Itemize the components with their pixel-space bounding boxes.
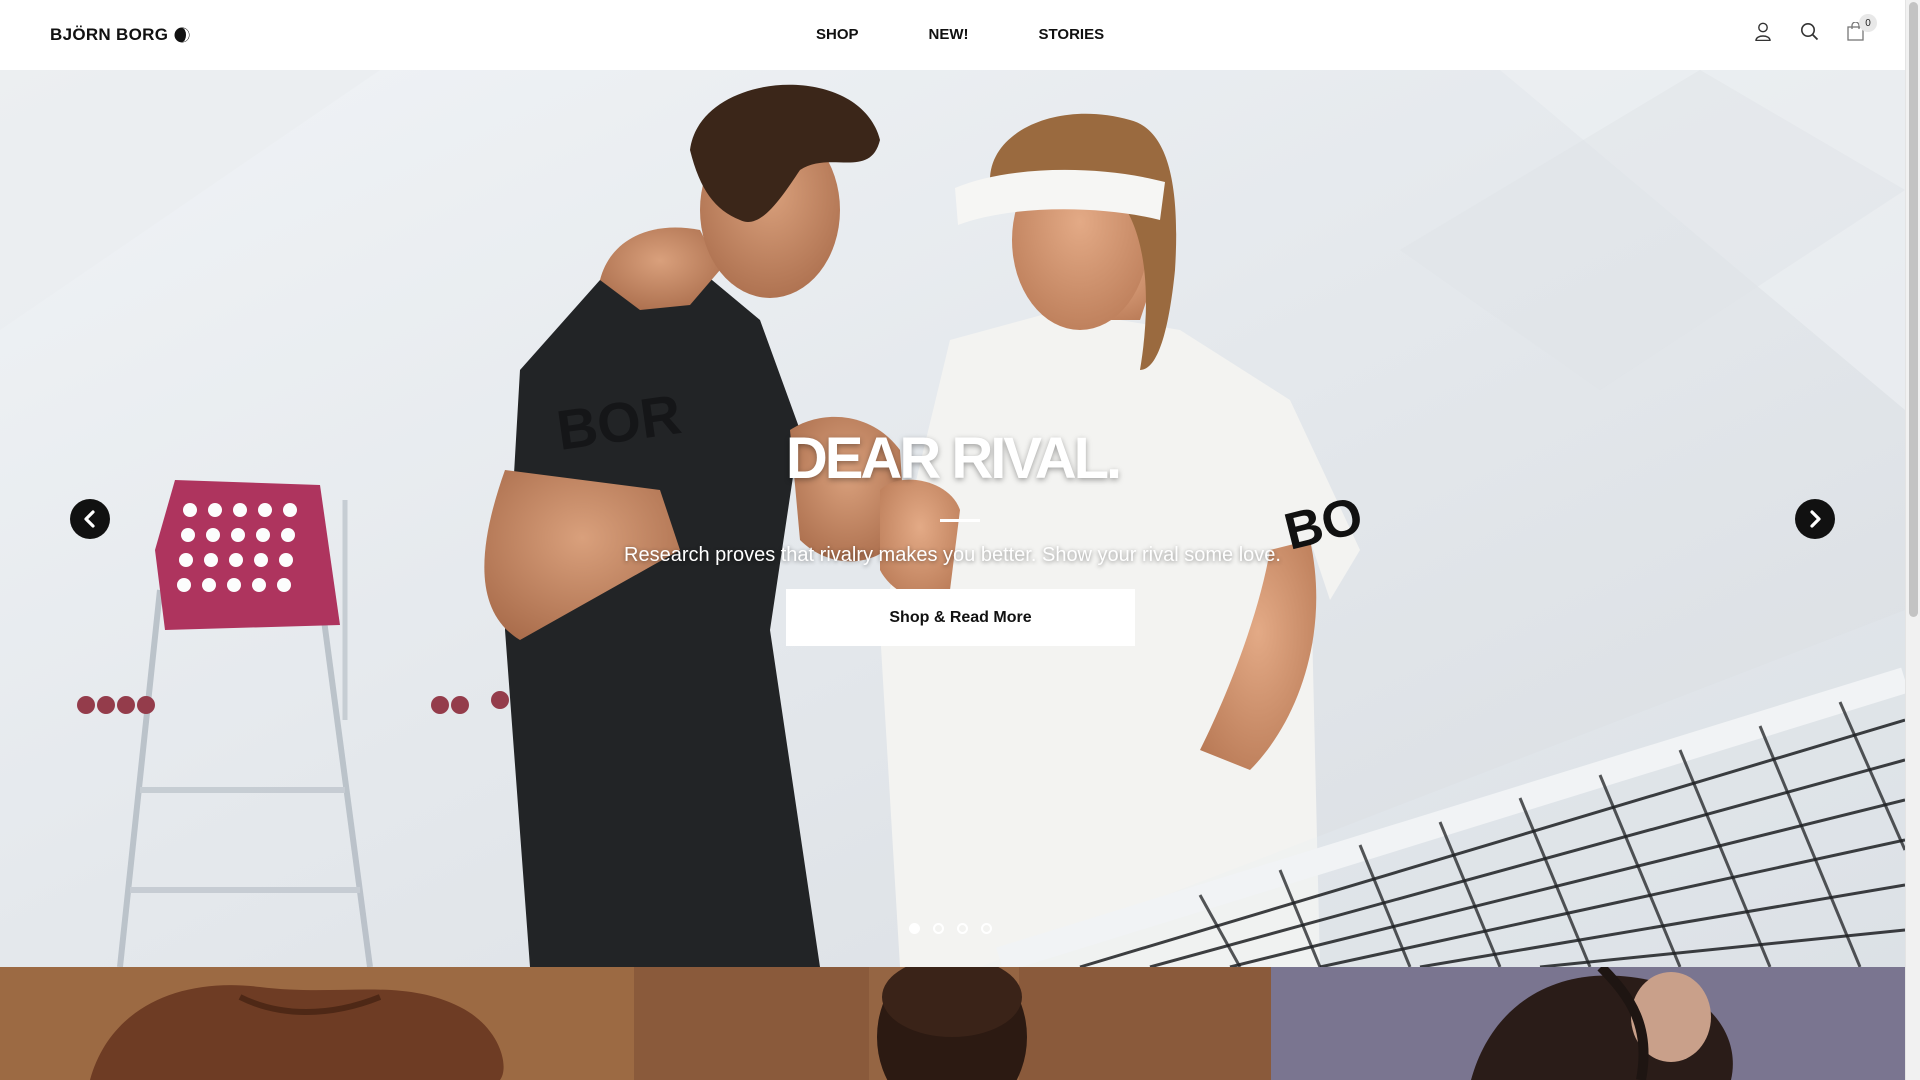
page-scrollbar[interactable] (1905, 0, 1920, 1080)
chevron-left-icon (84, 510, 95, 528)
logo-text: BJÖRN BORG (50, 25, 169, 44)
scrollbar-thumb[interactable] (1909, 2, 1918, 617)
search-icon[interactable] (1799, 20, 1819, 42)
logo-mark-icon (174, 27, 190, 43)
hero-divider (940, 519, 980, 522)
nav-item-stories[interactable]: STORIES (1039, 24, 1105, 46)
carousel-dot-1[interactable] (909, 923, 920, 934)
nav-item-shop[interactable]: SHOP (816, 24, 859, 46)
header-actions: 0 (1753, 14, 1877, 42)
cart-count-badge: 0 (1859, 14, 1877, 32)
chevron-right-icon (1810, 510, 1821, 528)
brand-logo[interactable]: BJÖRN BORG (50, 24, 190, 46)
main-nav: SHOP NEW! STORIES (816, 24, 1104, 46)
shop-read-more-button[interactable]: Shop & Read More (786, 589, 1135, 646)
shopping-bag-icon[interactable]: 0 (1845, 14, 1877, 42)
category-tile-3[interactable] (1271, 967, 1905, 1080)
carousel-dot-4[interactable] (981, 923, 992, 934)
tile-image-3 (1271, 967, 1905, 1080)
site-header: BJÖRN BORG SHOP NEW! STORIES 0 (0, 0, 1905, 70)
tile-image-2 (634, 967, 1271, 1080)
hero-subtitle: Research proves that rivalry makes you b… (624, 544, 1281, 566)
carousel-prev-button[interactable] (70, 499, 110, 539)
carousel-dot-3[interactable] (957, 923, 968, 934)
user-icon[interactable] (1753, 20, 1773, 42)
hero-title: DEAR RIVAL. (785, 426, 1122, 491)
carousel-next-button[interactable] (1795, 499, 1835, 539)
tile-image-1 (0, 967, 634, 1080)
category-tiles (0, 967, 1905, 1080)
carousel-dots (909, 923, 992, 934)
category-tile-2[interactable] (634, 967, 1271, 1080)
hero-carousel: BOR BO DEAR RIVAL. Research proves that … (0, 70, 1905, 967)
nav-item-new[interactable]: NEW! (929, 24, 969, 46)
category-tile-1[interactable] (0, 967, 634, 1080)
carousel-dot-2[interactable] (933, 923, 944, 934)
